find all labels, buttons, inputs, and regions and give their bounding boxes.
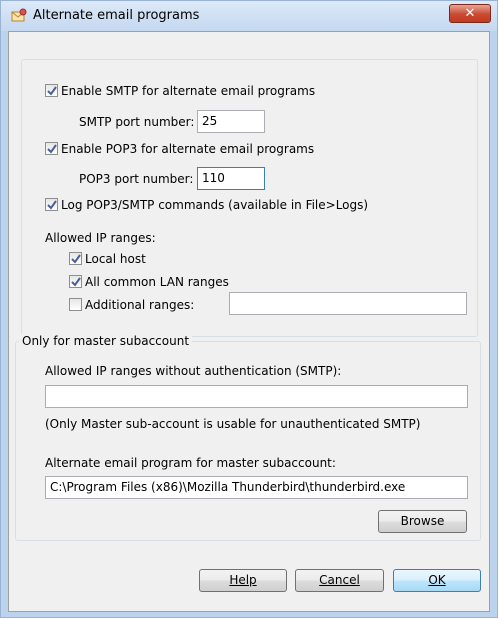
checkmark-icon [71,277,81,287]
dialog-window: Alternate email programs ✕ Enable SMTP f… [0,0,498,618]
pop3-enable-label[interactable]: Enable POP3 for alternate email programs [61,142,314,156]
no-auth-ranges-input[interactable] [45,385,468,408]
lan-ranges-checkbox[interactable] [69,275,82,288]
ok-button[interactable]: OK [393,569,481,592]
dialog-body: Enable SMTP for alternate email programs… [8,31,490,612]
checkmark-icon [47,200,57,210]
additional-ranges-label[interactable]: Additional ranges: [85,298,194,312]
master-group-title: Only for master subaccount [19,334,193,348]
program-path-input[interactable]: C:\Program Files (x86)\Mozilla Thunderbi… [45,476,468,499]
checkmark-icon [47,144,57,154]
no-auth-ranges-label: Allowed IP ranges without authentication… [45,364,342,378]
help-button-label: Help [229,573,257,587]
additional-ranges-input[interactable] [229,292,467,315]
cancel-button-label: Cancel [319,573,360,587]
additional-ranges-checkbox[interactable] [69,298,82,311]
log-commands-checkbox[interactable] [45,198,58,211]
close-button[interactable]: ✕ [449,4,491,23]
program-path-label: Alternate email program for master subac… [45,456,336,470]
log-commands-label[interactable]: Log POP3/SMTP commands (available in Fil… [61,198,368,212]
allowed-ip-heading: Allowed IP ranges: [45,231,156,245]
smtp-port-input[interactable]: 25 [197,110,265,133]
window-title: Alternate email programs [33,8,200,23]
unauth-note: (Only Master sub-account is usable for u… [45,417,421,431]
pop3-enable-checkbox[interactable] [45,142,58,155]
pop3-port-label: POP3 port number: [79,172,194,186]
title-bar[interactable]: Alternate email programs ✕ [1,1,497,31]
browse-button[interactable]: Browse [378,510,467,533]
local-host-label[interactable]: Local host [85,252,146,266]
local-host-checkbox[interactable] [69,252,82,265]
close-icon: ✕ [464,6,476,21]
smtp-enable-checkbox[interactable] [45,84,58,97]
checkmark-icon [47,86,57,96]
checkmark-icon [71,254,81,264]
smtp-port-label: SMTP port number: [79,115,195,129]
pop3-port-input[interactable]: 110 [197,167,265,190]
app-icon [11,8,27,22]
lan-ranges-label[interactable]: All common LAN ranges [85,275,229,289]
help-button[interactable]: Help [199,569,287,592]
ok-button-label: OK [428,573,446,587]
smtp-enable-label[interactable]: Enable SMTP for alternate email programs [61,84,315,98]
cancel-button[interactable]: Cancel [295,569,384,592]
